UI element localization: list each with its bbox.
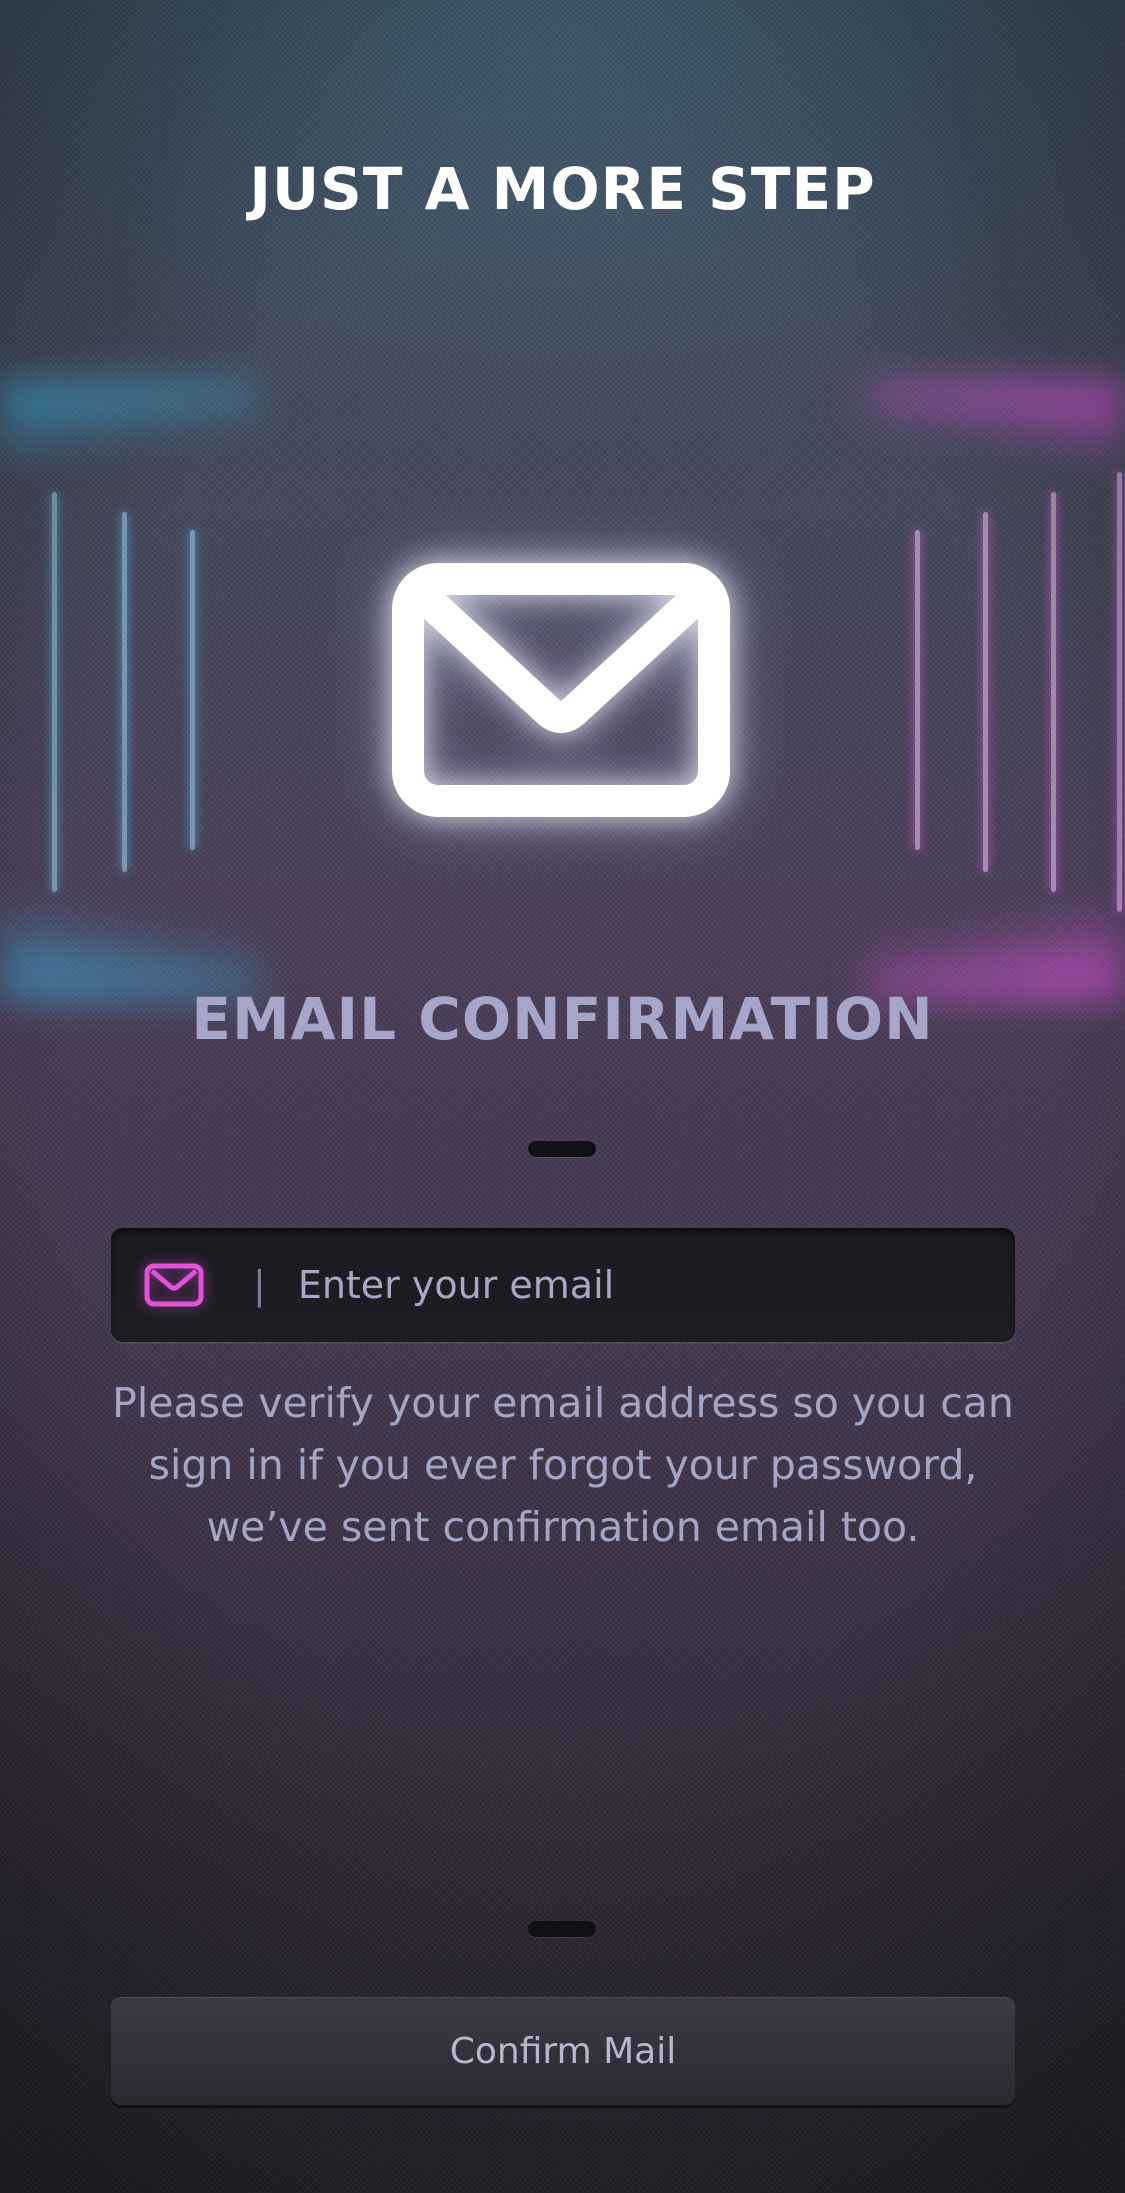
email-field[interactable]: |: [111, 1228, 1015, 1342]
background-texture: [0, 0, 1125, 2193]
left-neon-decoration: [0, 380, 260, 1000]
help-text-line: we’ve sent confirmation email too.: [206, 1503, 920, 1551]
divider-pill: [528, 1141, 596, 1157]
envelope-icon: [144, 1263, 204, 1307]
right-neon-decoration: [865, 380, 1125, 1000]
page-title: JUST A MORE STEP: [249, 155, 876, 223]
background-vignette: [0, 0, 1125, 2193]
confirm-mail-button[interactable]: Confirm Mail: [111, 1997, 1015, 2105]
section-title: EMAIL CONFIRMATION: [191, 985, 934, 1053]
help-text: Please verify your email address so you …: [111, 1372, 1015, 1558]
divider-pill: [528, 1921, 596, 1937]
help-text-line: sign in if you ever forgot your password…: [148, 1441, 978, 1489]
envelope-icon: [392, 563, 730, 817]
help-text-line: Please verify your email address so you …: [112, 1379, 1014, 1427]
email-input[interactable]: [295, 1262, 1015, 1308]
field-divider: |: [253, 1263, 266, 1307]
